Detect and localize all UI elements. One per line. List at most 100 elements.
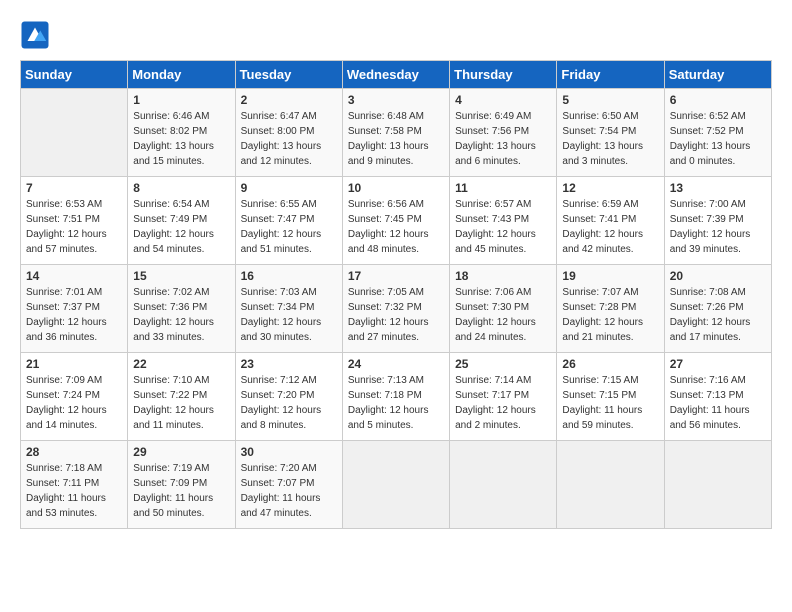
day-number: 15	[133, 269, 229, 283]
day-cell: 15 Sunrise: 7:02 AM Sunset: 7:36 PM Dayli…	[128, 265, 235, 353]
day-cell	[557, 441, 664, 529]
week-row-1: 1 Sunrise: 6:46 AM Sunset: 8:02 PM Daylig…	[21, 89, 772, 177]
day-info: Sunrise: 7:20 AM Sunset: 7:07 PM Dayligh…	[241, 461, 337, 521]
day-info: Sunrise: 6:47 AM Sunset: 8:00 PM Dayligh…	[241, 109, 337, 169]
day-number: 22	[133, 357, 229, 371]
header-cell-saturday: Saturday	[664, 61, 771, 89]
day-number: 9	[241, 181, 337, 195]
day-info: Sunrise: 6:56 AM Sunset: 7:45 PM Dayligh…	[348, 197, 444, 257]
day-cell	[664, 441, 771, 529]
day-info: Sunrise: 6:46 AM Sunset: 8:02 PM Dayligh…	[133, 109, 229, 169]
day-cell: 12 Sunrise: 6:59 AM Sunset: 7:41 PM Dayli…	[557, 177, 664, 265]
day-cell: 16Sunrise: 7:03 AM Sunset: 7:34 PM Dayli…	[235, 265, 342, 353]
day-info: Sunrise: 7:01 AM Sunset: 7:37 PM Dayligh…	[26, 285, 122, 345]
day-cell: 29 Sunrise: 7:19 AM Sunset: 7:09 PM Dayli…	[128, 441, 235, 529]
day-cell: 3 Sunrise: 6:48 AM Sunset: 7:58 PM Daylig…	[342, 89, 449, 177]
header-cell-thursday: Thursday	[450, 61, 557, 89]
day-cell: 22 Sunrise: 7:10 AM Sunset: 7:22 PM Dayli…	[128, 353, 235, 441]
day-number: 29	[133, 445, 229, 459]
day-number: 19	[562, 269, 658, 283]
day-number: 1	[133, 93, 229, 107]
day-number: 3	[348, 93, 444, 107]
day-info: Sunrise: 7:16 AM Sunset: 7:13 PM Dayligh…	[670, 373, 766, 433]
day-info: Sunrise: 7:07 AM Sunset: 7:28 PM Dayligh…	[562, 285, 658, 345]
day-number: 23	[241, 357, 337, 371]
week-row-3: 14 Sunrise: 7:01 AM Sunset: 7:37 PM Dayli…	[21, 265, 772, 353]
day-cell	[450, 441, 557, 529]
day-info: Sunrise: 6:54 AM Sunset: 7:49 PM Dayligh…	[133, 197, 229, 257]
day-info: Sunrise: 7:02 AM Sunset: 7:36 PM Dayligh…	[133, 285, 229, 345]
day-info: Sunrise: 7:08 AM Sunset: 7:26 PM Dayligh…	[670, 285, 766, 345]
day-info: Sunrise: 7:10 AM Sunset: 7:22 PM Dayligh…	[133, 373, 229, 433]
day-number: 24	[348, 357, 444, 371]
day-number: 21	[26, 357, 122, 371]
day-cell: 21 Sunrise: 7:09 AM Sunset: 7:24 PM Dayli…	[21, 353, 128, 441]
day-number: 25	[455, 357, 551, 371]
day-cell: 7Sunrise: 6:53 AM Sunset: 7:51 PM Daylig…	[21, 177, 128, 265]
calendar-body: 1 Sunrise: 6:46 AM Sunset: 8:02 PM Daylig…	[21, 89, 772, 529]
day-cell: 28Sunrise: 7:18 AM Sunset: 7:11 PM Dayli…	[21, 441, 128, 529]
day-number: 14	[26, 269, 122, 283]
day-info: Sunrise: 7:13 AM Sunset: 7:18 PM Dayligh…	[348, 373, 444, 433]
day-number: 7	[26, 181, 122, 195]
day-cell: 10 Sunrise: 6:56 AM Sunset: 7:45 PM Dayli…	[342, 177, 449, 265]
day-info: Sunrise: 7:06 AM Sunset: 7:30 PM Dayligh…	[455, 285, 551, 345]
day-cell: 5Sunrise: 6:50 AM Sunset: 7:54 PM Daylig…	[557, 89, 664, 177]
day-info: Sunrise: 7:15 AM Sunset: 7:15 PM Dayligh…	[562, 373, 658, 433]
day-number: 13	[670, 181, 766, 195]
day-info: Sunrise: 7:00 AM Sunset: 7:39 PM Dayligh…	[670, 197, 766, 257]
day-info: Sunrise: 7:12 AM Sunset: 7:20 PM Dayligh…	[241, 373, 337, 433]
calendar-header: SundayMondayTuesdayWednesdayThursdayFrid…	[21, 61, 772, 89]
day-number: 12	[562, 181, 658, 195]
day-info: Sunrise: 6:52 AM Sunset: 7:52 PM Dayligh…	[670, 109, 766, 169]
day-cell: 30Sunrise: 7:20 AM Sunset: 7:07 PM Dayli…	[235, 441, 342, 529]
week-row-5: 28Sunrise: 7:18 AM Sunset: 7:11 PM Dayli…	[21, 441, 772, 529]
day-cell: 9 Sunrise: 6:55 AM Sunset: 7:47 PM Daylig…	[235, 177, 342, 265]
header-row: SundayMondayTuesdayWednesdayThursdayFrid…	[21, 61, 772, 89]
day-number: 18	[455, 269, 551, 283]
logo	[20, 20, 54, 50]
day-info: Sunrise: 7:09 AM Sunset: 7:24 PM Dayligh…	[26, 373, 122, 433]
day-cell: 23 Sunrise: 7:12 AM Sunset: 7:20 PM Dayli…	[235, 353, 342, 441]
header-cell-wednesday: Wednesday	[342, 61, 449, 89]
day-number: 27	[670, 357, 766, 371]
logo-icon	[20, 20, 50, 50]
day-info: Sunrise: 7:19 AM Sunset: 7:09 PM Dayligh…	[133, 461, 229, 521]
day-number: 26	[562, 357, 658, 371]
day-number: 10	[348, 181, 444, 195]
day-cell: 6 Sunrise: 6:52 AM Sunset: 7:52 PM Daylig…	[664, 89, 771, 177]
day-number: 2	[241, 93, 337, 107]
day-number: 17	[348, 269, 444, 283]
day-info: Sunrise: 7:14 AM Sunset: 7:17 PM Dayligh…	[455, 373, 551, 433]
header-cell-tuesday: Tuesday	[235, 61, 342, 89]
day-cell: 11 Sunrise: 6:57 AM Sunset: 7:43 PM Dayli…	[450, 177, 557, 265]
day-cell: 17Sunrise: 7:05 AM Sunset: 7:32 PM Dayli…	[342, 265, 449, 353]
day-info: Sunrise: 6:57 AM Sunset: 7:43 PM Dayligh…	[455, 197, 551, 257]
day-number: 4	[455, 93, 551, 107]
day-cell: 27 Sunrise: 7:16 AM Sunset: 7:13 PM Dayli…	[664, 353, 771, 441]
day-cell: 2 Sunrise: 6:47 AM Sunset: 8:00 PM Daylig…	[235, 89, 342, 177]
day-cell: 18 Sunrise: 7:06 AM Sunset: 7:30 PM Dayli…	[450, 265, 557, 353]
page-header	[20, 20, 772, 50]
day-cell: 13 Sunrise: 7:00 AM Sunset: 7:39 PM Dayli…	[664, 177, 771, 265]
week-row-4: 21 Sunrise: 7:09 AM Sunset: 7:24 PM Dayli…	[21, 353, 772, 441]
day-cell: 26 Sunrise: 7:15 AM Sunset: 7:15 PM Dayli…	[557, 353, 664, 441]
day-info: Sunrise: 6:49 AM Sunset: 7:56 PM Dayligh…	[455, 109, 551, 169]
day-info: Sunrise: 6:59 AM Sunset: 7:41 PM Dayligh…	[562, 197, 658, 257]
day-number: 28	[26, 445, 122, 459]
day-cell	[342, 441, 449, 529]
day-number: 20	[670, 269, 766, 283]
day-number: 11	[455, 181, 551, 195]
day-info: Sunrise: 6:48 AM Sunset: 7:58 PM Dayligh…	[348, 109, 444, 169]
header-cell-friday: Friday	[557, 61, 664, 89]
calendar-table: SundayMondayTuesdayWednesdayThursdayFrid…	[20, 60, 772, 529]
day-cell: 20 Sunrise: 7:08 AM Sunset: 7:26 PM Dayli…	[664, 265, 771, 353]
day-cell	[21, 89, 128, 177]
day-cell: 25 Sunrise: 7:14 AM Sunset: 7:17 PM Dayli…	[450, 353, 557, 441]
day-cell: 1 Sunrise: 6:46 AM Sunset: 8:02 PM Daylig…	[128, 89, 235, 177]
header-cell-monday: Monday	[128, 61, 235, 89]
day-number: 16	[241, 269, 337, 283]
day-number: 6	[670, 93, 766, 107]
day-cell: 4 Sunrise: 6:49 AM Sunset: 7:56 PM Daylig…	[450, 89, 557, 177]
day-info: Sunrise: 6:55 AM Sunset: 7:47 PM Dayligh…	[241, 197, 337, 257]
